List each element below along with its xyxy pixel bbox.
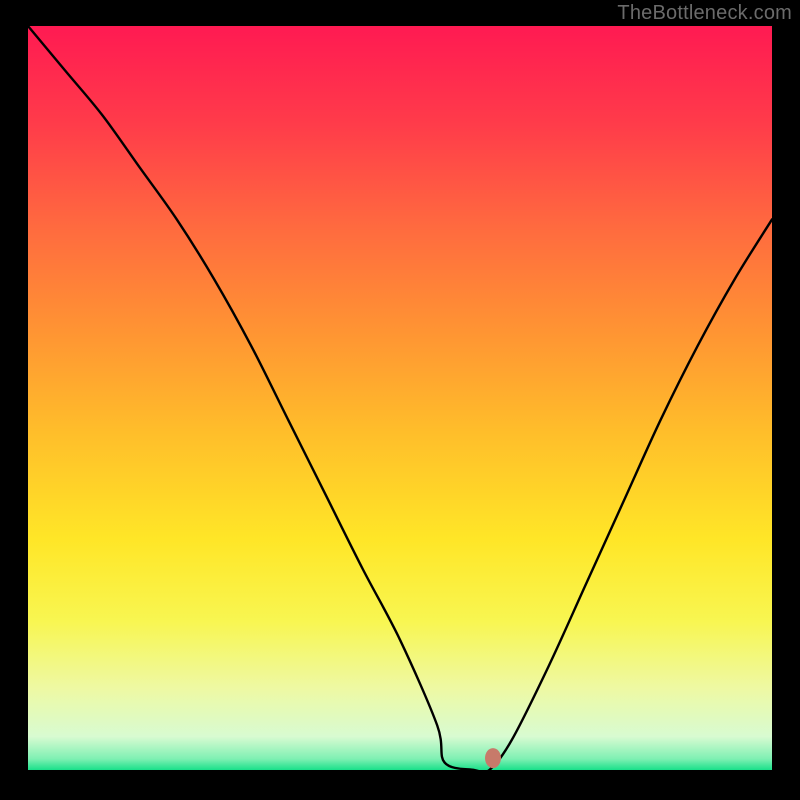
bottleneck-chart [28,26,772,770]
chart-frame: TheBottleneck.com [0,0,800,800]
watermark-text: TheBottleneck.com [617,2,792,25]
plot-outer-border [28,26,772,770]
plot-area [28,26,772,770]
gradient-background [28,26,772,770]
optimal-point-marker [485,748,501,768]
